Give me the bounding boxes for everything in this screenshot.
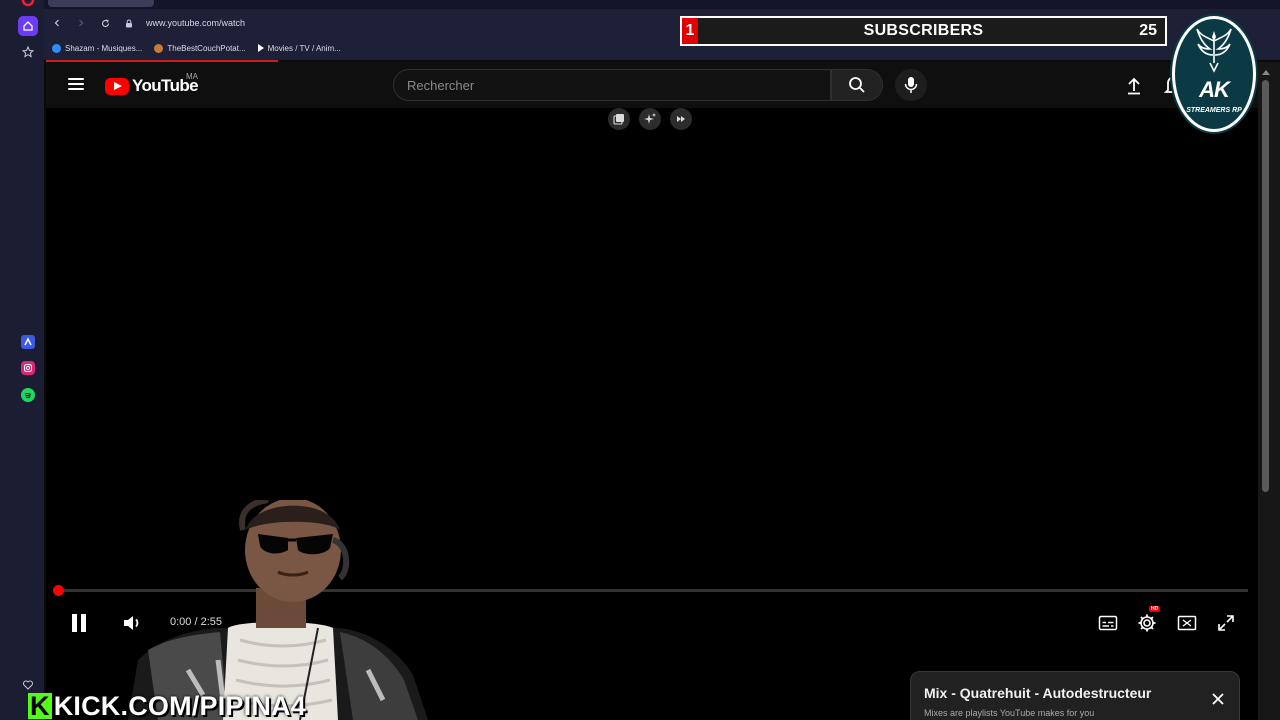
star-icon[interactable]: [18, 42, 38, 62]
phoenix-icon: [1196, 28, 1232, 73]
youtube-logo[interactable]: YouTube: [105, 76, 199, 96]
hd-badge: HD: [1149, 606, 1161, 612]
player-tools: [608, 108, 692, 130]
tab-strip: [44, 0, 1280, 9]
potato-icon: [154, 43, 164, 53]
home-icon[interactable]: [18, 16, 38, 36]
voice-search-button[interactable]: [895, 69, 927, 101]
opera-logo-icon[interactable]: [18, 0, 38, 10]
shazam-icon: [52, 43, 61, 53]
scrollbar-thumb[interactable]: [1262, 80, 1269, 492]
youtube-header: YouTube MA Rechercher: [46, 62, 1258, 108]
subscriber-label: SUBSCRIBERS: [863, 22, 984, 39]
bookmarks-bar: Shazam - Musiques... TheBestCouchPotat..…: [52, 38, 341, 58]
progress-scrubber[interactable]: [53, 585, 64, 596]
menu-icon[interactable]: [68, 78, 84, 90]
ak-streamers-logo: AK STREAMERS RP: [1172, 16, 1256, 132]
subtitles-icon: [1098, 615, 1118, 631]
kick-url-text: KICK.COM/PIPINA4: [53, 690, 306, 720]
back-icon[interactable]: [46, 12, 68, 34]
sparkle-icon[interactable]: [639, 108, 661, 130]
close-icon[interactable]: [1209, 690, 1227, 708]
upload-icon: [1128, 77, 1140, 95]
kick-channel-url: K KICK.COM/PIPINA4: [28, 690, 306, 720]
streamer-webcam: [128, 497, 428, 720]
scroll-up-arrow-icon[interactable]: [1262, 70, 1270, 75]
aria-icon[interactable]: [21, 335, 35, 349]
search-icon: [849, 77, 865, 93]
spotify-icon[interactable]: [21, 388, 35, 402]
miniplayer-screen-icon: [1177, 615, 1197, 631]
miniplayer-icon[interactable]: [608, 108, 630, 130]
bookmark-thebestcouchpotato[interactable]: TheBestCouchPotat...: [154, 43, 246, 53]
ak-logo-title: AK: [1199, 77, 1230, 102]
fullscreen-button[interactable]: [1213, 610, 1239, 636]
mix-subtitle: Mixes are playlists YouTube makes for yo…: [924, 708, 1095, 718]
active-tab[interactable]: [48, 0, 154, 7]
streamer-silhouette: [128, 497, 428, 720]
subscriber-goal-bar: 1 SUBSCRIBERS 25: [680, 16, 1167, 46]
bookmark-movies[interactable]: Movies / TV / Anim...: [257, 44, 341, 53]
microphone-icon: [904, 77, 918, 93]
reload-icon[interactable]: [94, 12, 116, 34]
forward-icon[interactable]: [70, 12, 92, 34]
search-button[interactable]: [831, 69, 883, 101]
settings-button[interactable]: HD: [1134, 606, 1161, 636]
subtitles-button[interactable]: [1095, 610, 1121, 636]
browser-sidebar: [0, 0, 44, 720]
search-placeholder: Rechercher: [407, 77, 475, 93]
url-text[interactable]: www.youtube.com/watch: [146, 18, 245, 28]
upload-button[interactable]: [1122, 74, 1146, 98]
play-icon: [257, 44, 264, 52]
skip-icon[interactable]: [670, 108, 692, 130]
mix-title: Mix - Quatrehuit - Autodestructeur: [924, 685, 1152, 701]
youtube-play-logo-icon: [105, 77, 129, 95]
subscriber-goal: 25: [1139, 22, 1157, 39]
miniplayer-button[interactable]: [1174, 610, 1200, 636]
fullscreen-icon: [1218, 615, 1234, 631]
pause-button[interactable]: [66, 610, 92, 636]
bookmark-shazam[interactable]: Shazam - Musiques...: [52, 43, 142, 53]
instagram-icon[interactable]: [21, 361, 35, 375]
search-input[interactable]: Rechercher: [393, 69, 831, 101]
pause-icon: [72, 614, 86, 632]
ak-logo-subtitle: STREAMERS RP: [1186, 107, 1242, 114]
gear-icon: [1138, 614, 1156, 632]
lock-icon[interactable]: [118, 12, 140, 34]
country-code: MA: [186, 72, 198, 81]
kick-logo-letter: K: [28, 690, 52, 720]
mix-playlist-card[interactable]: Mix - Quatrehuit - Autodestructeur Mixes…: [910, 671, 1240, 720]
